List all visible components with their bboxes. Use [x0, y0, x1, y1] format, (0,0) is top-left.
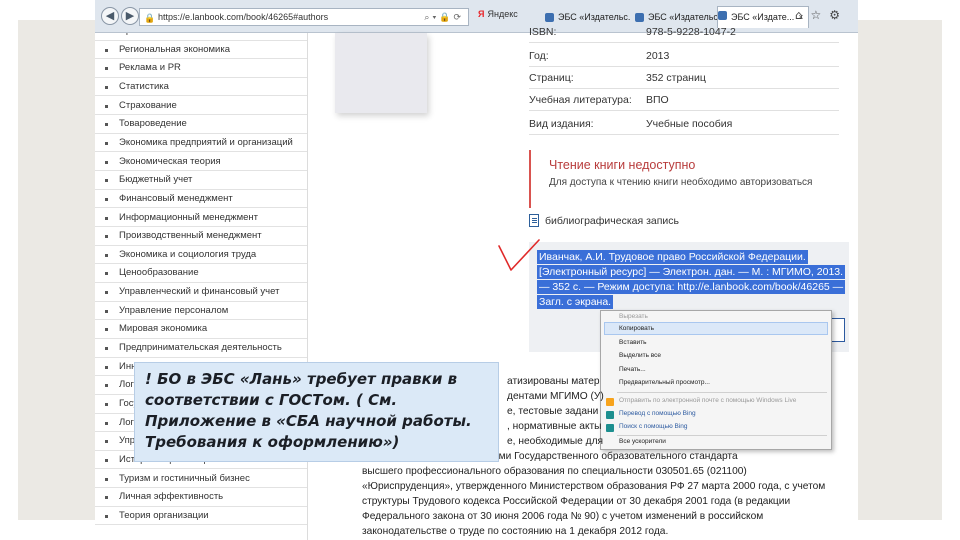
sidebar-item[interactable]: Информационный менеджмент — [95, 209, 307, 227]
divider — [529, 88, 839, 89]
menu-separator — [617, 435, 827, 436]
menu-separator — [617, 392, 827, 393]
address-bar[interactable]: 🔒 https://e.lanbook.com/book/46265#autho… — [139, 8, 469, 26]
book-cover-placeholder — [335, 33, 427, 113]
year-value: 2013 — [646, 50, 670, 62]
citation-line: — 352 с. — Режим доступа: http://e.lanbo… — [537, 280, 846, 294]
annotation-note: ! БО в ЭБС «Лань» требует правки в соотв… — [134, 362, 499, 462]
back-icon[interactable]: ◀ — [101, 7, 119, 25]
isbn-value: 978-5-9228-1047-2 — [646, 26, 736, 38]
sidebar-item[interactable]: Бюджетный учет — [95, 171, 307, 190]
access-notice-text: Для доступа к чтению книги необходимо ав… — [549, 177, 813, 188]
menu-item-select-all[interactable]: Выделить все — [619, 352, 661, 359]
description-line: структуры Трудового кодекса Российской Ф… — [362, 496, 791, 507]
menu-item-paste[interactable]: Вставить — [619, 339, 647, 346]
literature-label: Учебная литература: — [529, 94, 632, 106]
sidebar-item[interactable]: Товароведение — [95, 115, 307, 134]
sidebar-item[interactable]: Экономика предприятий и организаций — [95, 134, 307, 153]
description-line: высшего профессионального образования по… — [362, 466, 747, 477]
menu-item-email-live[interactable]: Отправить по электронной почте с помощью… — [619, 397, 796, 404]
divider — [529, 134, 839, 135]
menu-item-search-bing[interactable]: Поиск с помощью Bing — [619, 423, 688, 430]
sidebar-item[interactable]: Личная эффективность — [95, 488, 307, 507]
checkmark-icon — [498, 239, 540, 271]
sidebar-item[interactable]: Реклама и PR — [95, 59, 307, 78]
isbn-label: ISBN: — [529, 26, 557, 38]
address-tools-icon[interactable]: ⌕▾🔒⟳ — [424, 9, 464, 25]
citation-line: Загл. с экрана. — [537, 295, 614, 309]
description-line: атизированы матер — [507, 376, 600, 387]
sidebar-item[interactable]: Туризм и гостиничный бизнес — [95, 470, 307, 489]
bing-icon — [606, 424, 614, 432]
description-line: е, тестовые задани — [507, 406, 599, 417]
divider — [529, 110, 839, 111]
description-line: е, необходимые для — [507, 436, 604, 447]
citation-line: Иванчак, А.И. Трудовое право Российской … — [537, 250, 808, 264]
window-tools-icon[interactable]: ⌂☆⚙ — [795, 8, 848, 22]
sidebar-item[interactable]: Экономика и социология труда — [95, 246, 307, 265]
pages-label: Страниц: — [529, 72, 574, 84]
document-icon — [529, 214, 539, 227]
context-menu: Вырезать Копировать Вставить Выделить вс… — [600, 310, 832, 450]
lock-icon: 🔒 — [144, 13, 156, 23]
citation-line: [Электронный ресурс] — Электрон. дан. — … — [537, 265, 846, 279]
description-line: , нормативные акты — [507, 421, 602, 432]
tab-1[interactable]: ЭБС «Издательс... — [545, 9, 631, 25]
description-line: законодательстве о труде по состоянию на… — [362, 526, 669, 537]
sidebar-item[interactable]: Статистика — [95, 78, 307, 97]
browser-toolbar: ◀ ▶ 🔒 https://e.lanbook.com/book/46265#a… — [95, 0, 858, 33]
description-line: «Юриспруденция», утвержденного Министерс… — [362, 481, 826, 492]
edition-kind-label: Вид издания: — [529, 118, 594, 130]
email-icon — [606, 398, 614, 406]
sidebar-item[interactable]: Право — [95, 33, 307, 41]
edition-kind-value: Учебные пособия — [646, 118, 733, 130]
bing-icon — [606, 411, 614, 419]
annotation-note-text: ! БО в ЭБС «Лань» требует правки в соотв… — [145, 370, 472, 451]
url-text: https://e.lanbook.com/book/46265#authors — [158, 12, 329, 22]
menu-item-cut[interactable]: Вырезать — [619, 313, 648, 320]
forward-icon[interactable]: ▶ — [121, 7, 139, 25]
tab-2[interactable]: ЭБС «Издательс... — [635, 9, 721, 25]
menu-item-translate-bing[interactable]: Перевод с помощью Bing — [619, 410, 696, 417]
year-label: Год: — [529, 50, 549, 62]
sidebar-item[interactable]: Предпринимательская деятельность — [95, 339, 307, 358]
search-provider[interactable]: Я Яндекс — [478, 9, 518, 19]
menu-item-all-accelerators[interactable]: Все ускорители — [619, 438, 666, 445]
sidebar-item[interactable]: Финансовый менеджмент — [95, 190, 307, 209]
access-notice-title: Чтение книги недоступно — [549, 158, 696, 172]
sidebar-item[interactable]: Производственный менеджмент — [95, 227, 307, 246]
access-notice: Чтение книги недоступно Для доступа к чт… — [529, 150, 839, 208]
menu-item-print[interactable]: Печать... — [619, 366, 646, 373]
bibliographic-record-link[interactable]: библиографическая запись — [529, 214, 679, 227]
sidebar-item[interactable]: Управление персоналом — [95, 302, 307, 321]
description-line: дентами МГИМО (У) — [507, 391, 604, 402]
sidebar-item[interactable]: Страхование — [95, 97, 307, 116]
sidebar-item[interactable]: Ценообразование — [95, 264, 307, 283]
menu-item-print-preview[interactable]: Предварительный просмотр... — [619, 379, 710, 386]
divider — [529, 42, 839, 43]
yandex-logo-icon: Я — [478, 9, 485, 19]
literature-value: ВПО — [646, 94, 669, 106]
sidebar-item[interactable]: Экономическая теория — [95, 153, 307, 172]
menu-item-copy[interactable]: Копировать — [619, 325, 654, 332]
sidebar-item[interactable]: Теория организации — [95, 507, 307, 526]
divider — [529, 66, 839, 67]
sidebar-item[interactable]: Управленческий и финансовый учет — [95, 283, 307, 302]
sidebar-item[interactable]: Региональная экономика — [95, 41, 307, 60]
pages-value: 352 страниц — [646, 72, 706, 84]
sidebar-item[interactable]: Мировая экономика — [95, 320, 307, 339]
description-line: Федерального закона от 30 июня 2006 года… — [362, 511, 764, 522]
category-sidebar: ПравоРегиональная экономикаРеклама и PRС… — [95, 33, 308, 540]
